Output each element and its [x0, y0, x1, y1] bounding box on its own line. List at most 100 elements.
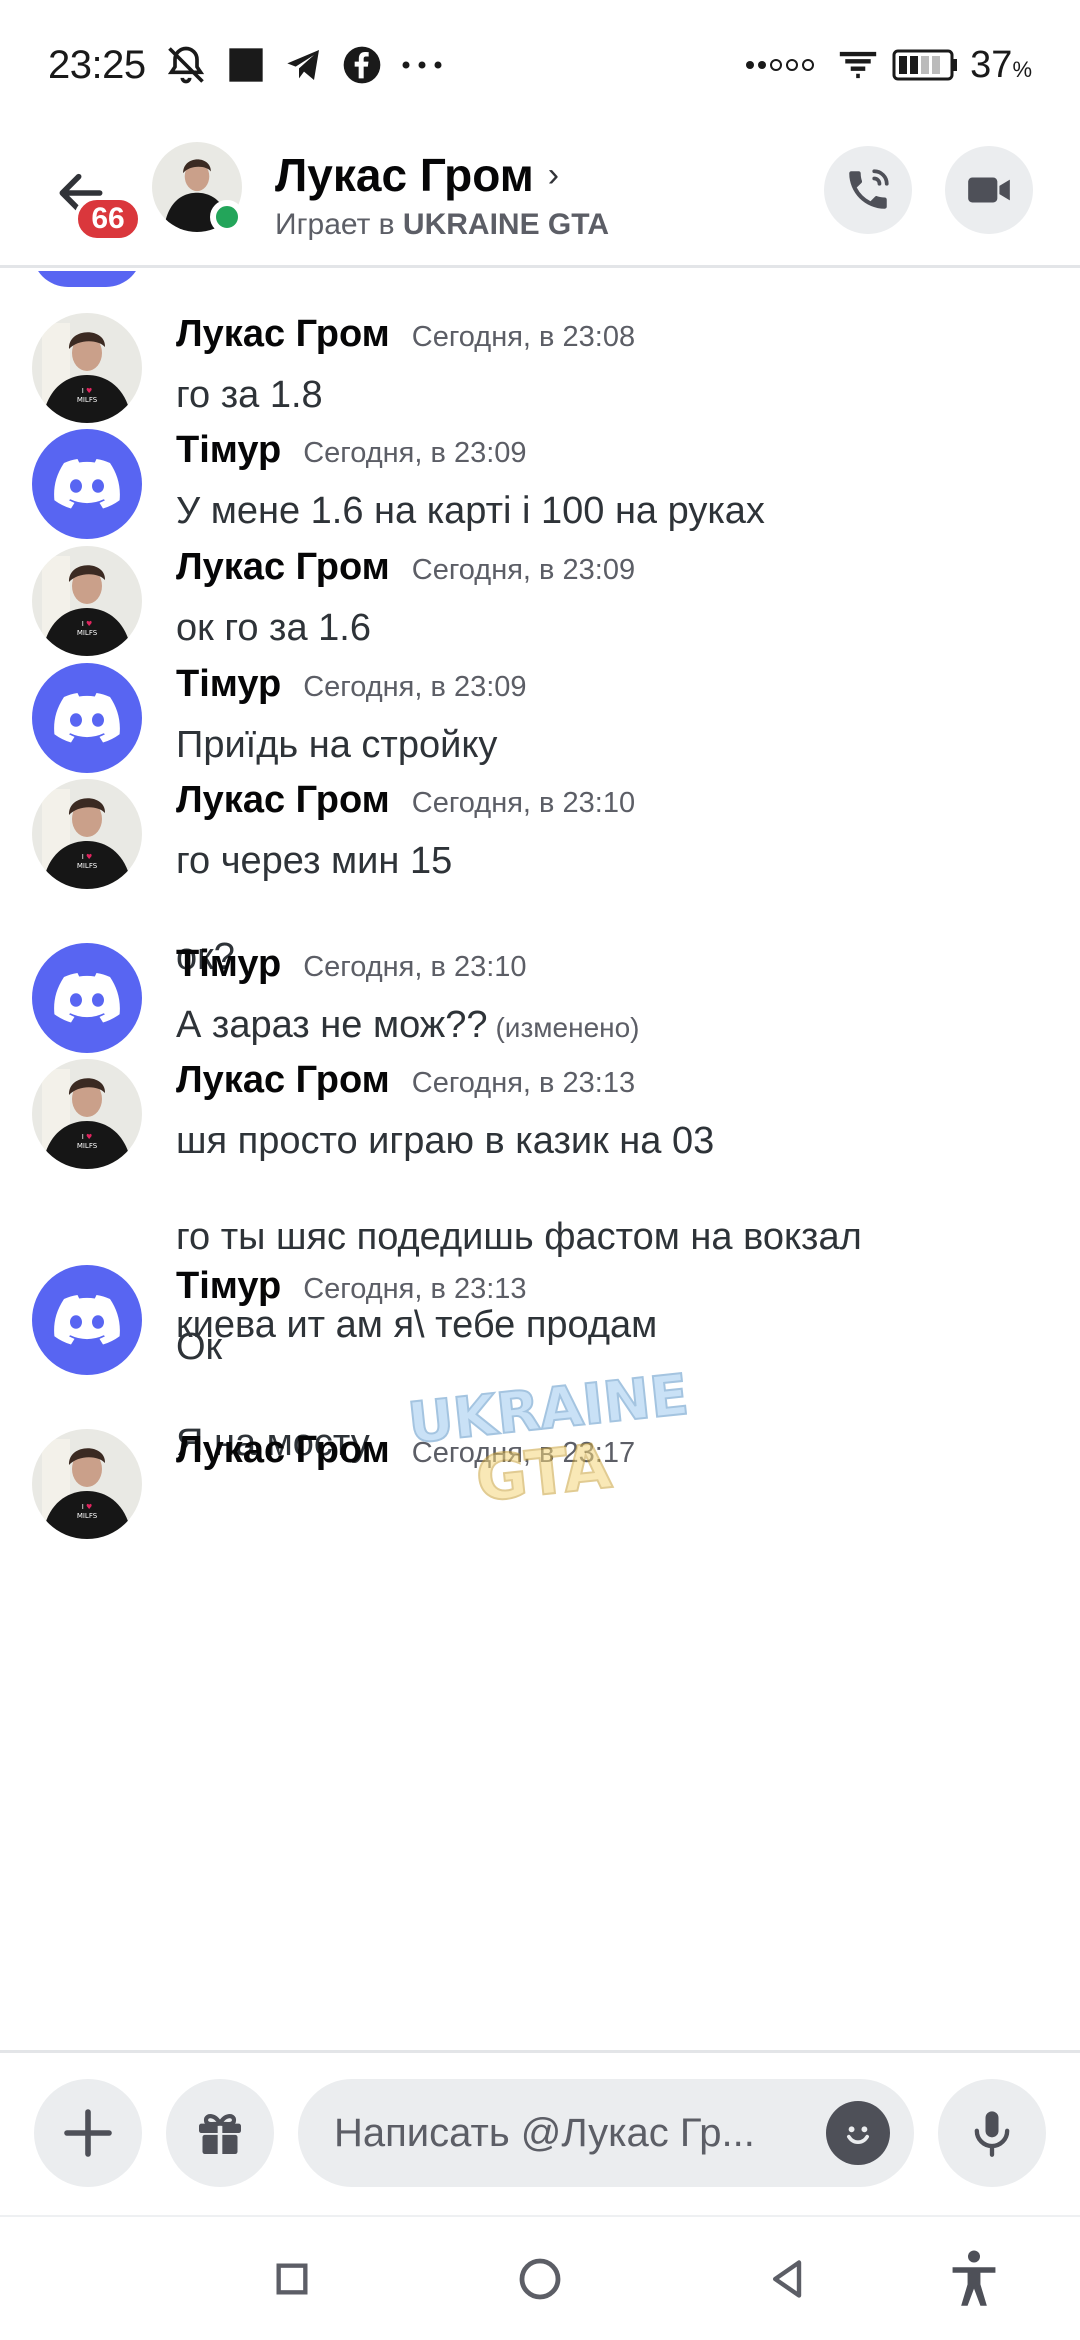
add-attachment-button[interactable]: [34, 2079, 142, 2187]
message-header: Лукас Гром Сегодня, в 23:17: [176, 1429, 1040, 1481]
bell-off-icon: [164, 43, 208, 87]
message-body: Тімур Сегодня, в 23:09 У мене 1.6 на карті…: [176, 429, 1040, 541]
message-author[interactable]: Тімур: [176, 663, 281, 706]
message-author[interactable]: Тімур: [176, 1265, 281, 1308]
message-header: Лукас Гром Сегодня, в 23:10: [176, 779, 1040, 831]
svg-text:I ♥: I ♥: [82, 1503, 93, 1511]
message-header: Тімур Сегодня, в 23:09: [176, 429, 1040, 481]
svg-text:I ♥: I ♥: [82, 853, 93, 861]
video-call-button[interactable]: [945, 146, 1033, 234]
accessibility-icon: [952, 2250, 996, 2306]
edited-marker: (изменено): [495, 1012, 640, 1043]
gift-icon: [199, 2114, 241, 2154]
user-avatar[interactable]: I ♥ MILFS: [32, 1429, 142, 1539]
svg-text:MILFS: MILFS: [77, 396, 98, 404]
wifi-icon: [836, 45, 880, 85]
user-avatar[interactable]: I ♥ MILFS: [32, 1059, 142, 1169]
message-body: Лукас Гром Сегодня, в 23:09 ок го за 1.6: [176, 546, 1040, 658]
telegram-icon: [284, 45, 324, 85]
svg-text:MILFS: MILFS: [77, 862, 98, 870]
message-timestamp: Сегодня, в 23:09: [303, 437, 527, 469]
accessibility-button[interactable]: [934, 2239, 1014, 2319]
svg-text:MILFS: MILFS: [77, 1512, 98, 1520]
message-author[interactable]: Тімур: [176, 943, 281, 986]
activity-status: Играет в UKRAINE GTA: [275, 208, 610, 241]
plus-icon: [64, 2109, 112, 2157]
message-author[interactable]: Лукас Гром: [176, 313, 390, 356]
message-timestamp: Сегодня, в 23:10: [303, 951, 527, 983]
message-input-placeholder: Написать @Лукас Гр...: [334, 2110, 755, 2155]
message-author[interactable]: Лукас Гром: [176, 546, 390, 589]
message-header: Тімур Сегодня, в 23:10: [176, 943, 1040, 995]
message-author[interactable]: Лукас Гром: [176, 779, 390, 822]
user-avatar[interactable]: I ♥ MILFS: [32, 779, 142, 889]
emoji-icon: [847, 2126, 869, 2145]
partial-avatar: [32, 271, 142, 287]
triangle-back-icon: [772, 2260, 802, 2298]
facebook-icon: [342, 45, 382, 85]
message-list[interactable]: I ♥ MILFS Лукас Гром Сегодня, в 23:08 го за …: [0, 271, 1080, 2051]
square-icon: [276, 2263, 308, 2295]
message-text[interactable]: ок го за 1.6: [176, 598, 1040, 658]
message-timestamp: Сегодня, в 23:08: [411, 321, 636, 353]
voice-call-button[interactable]: [824, 146, 912, 234]
user-avatar[interactable]: I ♥ MILFS: [32, 546, 142, 656]
message-author[interactable]: Лукас Гром: [176, 1059, 390, 1102]
header-username: Лукас Гром: [275, 149, 534, 201]
message-header: Лукас Гром Сегодня, в 23:13: [176, 1059, 1040, 1111]
battery-percentage: 37%: [970, 43, 1032, 86]
message-text[interactable]: го за 1.8: [176, 365, 1040, 425]
phone-icon: [849, 169, 889, 209]
user-avatar[interactable]: I ♥ MILFS: [32, 313, 142, 423]
nav-recents-button[interactable]: [252, 2239, 332, 2319]
video-camera-icon: [968, 177, 1010, 203]
message-timestamp: Сегодня, в 23:09: [303, 671, 527, 703]
circle-icon: [519, 2258, 561, 2300]
nav-back-button[interactable]: [748, 2239, 828, 2319]
message-body: Лукас Гром Сегодня, в 23:17: [176, 1429, 1040, 1481]
svg-text:I ♥: I ♥: [82, 620, 93, 628]
header-title-block[interactable]: Лукас Гром › Играет в UKRAINE GTA: [275, 148, 609, 242]
discord-default-avatar[interactable]: [32, 429, 142, 539]
message-input[interactable]: Написать @Лукас Гр...: [298, 2079, 914, 2187]
message-timestamp: Сегодня, в 23:09: [411, 554, 636, 586]
discord-default-avatar[interactable]: [32, 663, 142, 773]
svg-text:I ♥: I ♥: [82, 387, 93, 395]
svg-text:MILFS: MILFS: [77, 1142, 98, 1150]
message-author[interactable]: Тімур: [176, 429, 281, 472]
svg-text:MILFS: MILFS: [77, 629, 98, 637]
message-timestamp: Сегодня, в 23:17: [411, 1437, 636, 1469]
chevron-right-icon: ›: [547, 155, 560, 194]
dots-indicator-icon: [744, 55, 824, 75]
message-timestamp: Сегодня, в 23:13: [303, 1273, 527, 1305]
dm-header: 66 Лукас Гром › Играет в UKRAINE GTA: [0, 130, 1080, 268]
emoji-button[interactable]: [826, 2101, 890, 2165]
message-text[interactable]: У мене 1.6 на карті і 100 на руках: [176, 481, 1040, 541]
battery-icon: [892, 47, 958, 83]
gift-button[interactable]: [166, 2079, 274, 2187]
message-text[interactable]: го ты шяс подедишь фастом на вокзал: [176, 1207, 1040, 1267]
message-text[interactable]: А зараз не мож?? (изменено): [176, 995, 1040, 1058]
message-body: Лукас Гром Сегодня, в 23:08 го за 1.8: [176, 313, 1040, 425]
message-timestamp: Сегодня, в 23:10: [411, 787, 636, 819]
status-time: 23:25: [48, 42, 146, 87]
message-header: Тімур Сегодня, в 23:09: [176, 663, 1040, 715]
voice-message-button[interactable]: [938, 2079, 1046, 2187]
message-header: Тімур Сегодня, в 23:13: [176, 1265, 1040, 1317]
message-text[interactable]: Приїдь на стройку: [176, 715, 1040, 775]
discord-default-avatar[interactable]: [32, 1265, 142, 1375]
microphone-icon: [974, 2111, 1010, 2157]
message-header: Лукас Гром Сегодня, в 23:09: [176, 546, 1040, 598]
more-notifications-icon: [400, 55, 444, 75]
message-author[interactable]: Лукас Гром: [176, 1429, 390, 1472]
message-text[interactable]: шя просто играю в казик на 03: [176, 1111, 1040, 1171]
nav-home-button[interactable]: [500, 2239, 580, 2319]
message-timestamp: Сегодня, в 23:13: [411, 1067, 636, 1099]
status-bar: 23:25 37%: [0, 0, 1080, 130]
message-header: Лукас Гром Сегодня, в 23:08: [176, 313, 1040, 365]
message-text[interactable]: го через мин 15: [176, 831, 1040, 891]
square-app-icon: [226, 45, 266, 85]
unread-badge: 66: [74, 196, 142, 242]
discord-default-avatar[interactable]: [32, 943, 142, 1053]
message-text[interactable]: Ок: [176, 1317, 1040, 1377]
